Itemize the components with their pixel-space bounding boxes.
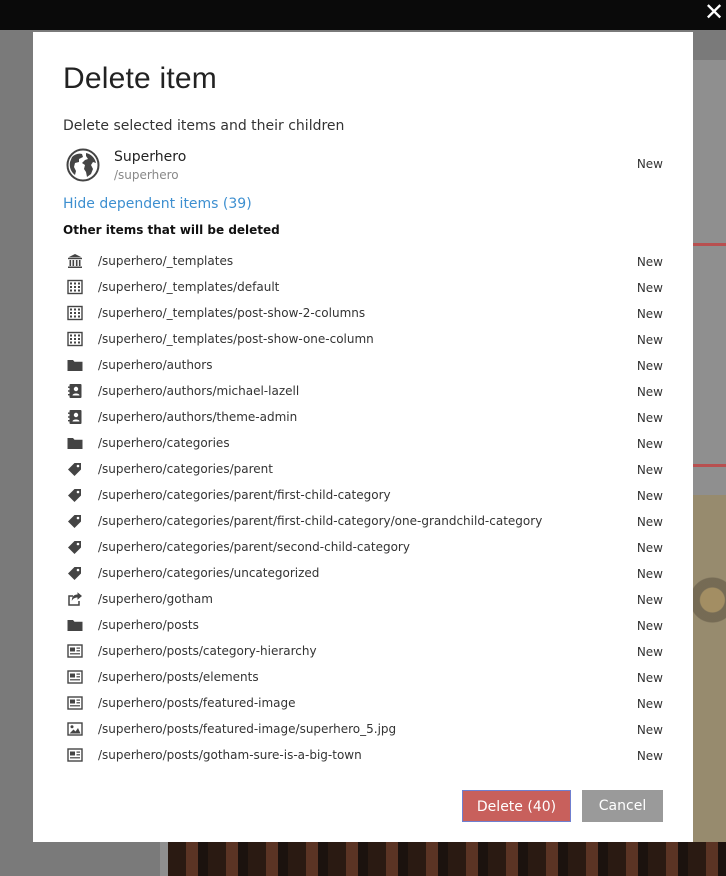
- item-path: /superhero/categories: [98, 436, 230, 450]
- item-path: /superhero/authors: [98, 358, 213, 372]
- list-item: /superhero/posts/elements New: [63, 664, 663, 690]
- delete-dialog: Delete item Delete selected items and th…: [33, 32, 693, 842]
- list-item: /superhero/_templates/post-show-one-colu…: [63, 326, 663, 352]
- contact-icon: [68, 384, 82, 398]
- background-divider: [692, 464, 726, 467]
- selected-item-name: Superhero: [114, 149, 187, 165]
- item-path: /superhero/categories/parent/first-child…: [98, 488, 391, 502]
- list-item: /superhero/categories/parent/second-chil…: [63, 534, 663, 560]
- globe-icon: [66, 148, 100, 182]
- tag-icon: [68, 515, 81, 528]
- list-item: /superhero/authors/michael-lazell New: [63, 378, 663, 404]
- status-badge: New: [636, 593, 663, 607]
- dialog-title: Delete item: [63, 62, 217, 95]
- list-item: /superhero/_templates New: [63, 248, 663, 274]
- item-path: /superhero/authors/michael-lazell: [98, 384, 300, 398]
- item-path: /superhero/categories/parent/second-chil…: [98, 540, 410, 554]
- list-item: /superhero/_templates/default New: [63, 274, 663, 300]
- background-image: [168, 842, 726, 876]
- delete-button[interactable]: Delete (40): [462, 790, 571, 822]
- tag-icon: [68, 541, 81, 554]
- list-item: /superhero/posts New: [63, 612, 663, 638]
- item-path: /superhero/posts/category-hierarchy: [98, 644, 317, 658]
- list-item: /superhero/categories/uncategorized New: [63, 560, 663, 586]
- top-bar: [0, 0, 726, 30]
- dependent-items-list: /superhero/_templates New/superhero/_temp…: [63, 248, 663, 768]
- item-path: /superhero/_templates/post-show-one-colu…: [98, 332, 374, 346]
- list-item: /superhero/categories/parent/first-child…: [63, 482, 663, 508]
- folder-icon: [67, 620, 83, 631]
- item-path: /superhero/categories/parent/first-child…: [98, 514, 543, 528]
- status-badge: New: [636, 567, 663, 581]
- status-badge: New: [636, 619, 663, 633]
- list-item: /superhero/posts/category-hierarchy New: [63, 638, 663, 664]
- list-item: /superhero/posts/gotham-sure-is-a-big-to…: [63, 742, 663, 768]
- list-item: /superhero/authors New: [63, 352, 663, 378]
- list-item: /superhero/_templates/post-show-2-column…: [63, 300, 663, 326]
- list-item: /superhero/posts/featured-image New: [63, 690, 663, 716]
- status-badge: New: [636, 307, 663, 321]
- tag-icon: [68, 567, 81, 580]
- status-badge: New: [636, 671, 663, 685]
- folder-icon: [67, 438, 83, 449]
- item-path: /superhero/categories/parent: [98, 462, 273, 476]
- folder-icon: [67, 360, 83, 371]
- image-icon: [67, 722, 83, 736]
- status-badge: New: [636, 255, 663, 269]
- item-path: /superhero/posts/gotham-sure-is-a-big-to…: [98, 748, 362, 762]
- item-path: /superhero/_templates: [98, 254, 234, 268]
- contact-icon: [68, 410, 82, 424]
- selected-item-path: /superhero: [114, 168, 179, 182]
- status-badge: New: [636, 723, 663, 737]
- hide-dependent-items-link[interactable]: Hide dependent items (39): [63, 196, 252, 212]
- dialog-subtitle: Delete selected items and their children: [63, 118, 345, 134]
- status-badge: New: [636, 359, 663, 373]
- list-item: /superhero/categories/parent New: [63, 456, 663, 482]
- status-badge: New: [636, 411, 663, 425]
- list-item: /superhero/categories New: [63, 430, 663, 456]
- status-badge: New: [636, 437, 663, 451]
- article-icon: [67, 670, 83, 684]
- tag-icon: [68, 463, 81, 476]
- article-icon: [67, 696, 83, 710]
- background-divider: [692, 243, 726, 246]
- status-badge: New: [636, 157, 663, 171]
- status-badge: New: [636, 541, 663, 555]
- tag-icon: [68, 489, 81, 502]
- item-path: /superhero/categories/uncategorized: [98, 566, 320, 580]
- other-items-heading: Other items that will be deleted: [63, 223, 280, 237]
- status-badge: New: [636, 645, 663, 659]
- item-path: /superhero/posts/featured-image/superher…: [98, 722, 397, 736]
- status-badge: New: [636, 333, 663, 347]
- item-path: /superhero/posts: [98, 618, 199, 632]
- status-badge: New: [636, 515, 663, 529]
- status-badge: New: [636, 385, 663, 399]
- status-badge: New: [636, 697, 663, 711]
- status-badge: New: [636, 749, 663, 763]
- close-icon[interactable]: ✕: [702, 0, 726, 24]
- item-path: /superhero/posts/elements: [98, 670, 259, 684]
- list-item: /superhero/categories/parent/first-child…: [63, 508, 663, 534]
- article-icon: [67, 748, 83, 762]
- item-path: /superhero/posts/featured-image: [98, 696, 296, 710]
- selected-item: Superhero /superhero New: [63, 146, 663, 186]
- layout-icon: [67, 305, 83, 321]
- bank-icon: [68, 254, 82, 268]
- layout-icon: [67, 279, 83, 295]
- status-badge: New: [636, 281, 663, 295]
- share-icon: [68, 592, 82, 606]
- status-badge: New: [636, 489, 663, 503]
- cancel-button[interactable]: Cancel: [582, 790, 663, 822]
- background-image: [692, 495, 726, 845]
- list-item: /superhero/gotham New: [63, 586, 663, 612]
- list-item: /superhero/authors/theme-admin New: [63, 404, 663, 430]
- list-item: /superhero/posts/featured-image/superher…: [63, 716, 663, 742]
- item-path: /superhero/_templates/post-show-2-column…: [98, 306, 366, 320]
- item-path: /superhero/authors/theme-admin: [98, 410, 298, 424]
- item-path: /superhero/_templates/default: [98, 280, 280, 294]
- layout-icon: [67, 331, 83, 347]
- status-badge: New: [636, 463, 663, 477]
- article-icon: [67, 644, 83, 658]
- item-path: /superhero/gotham: [98, 592, 213, 606]
